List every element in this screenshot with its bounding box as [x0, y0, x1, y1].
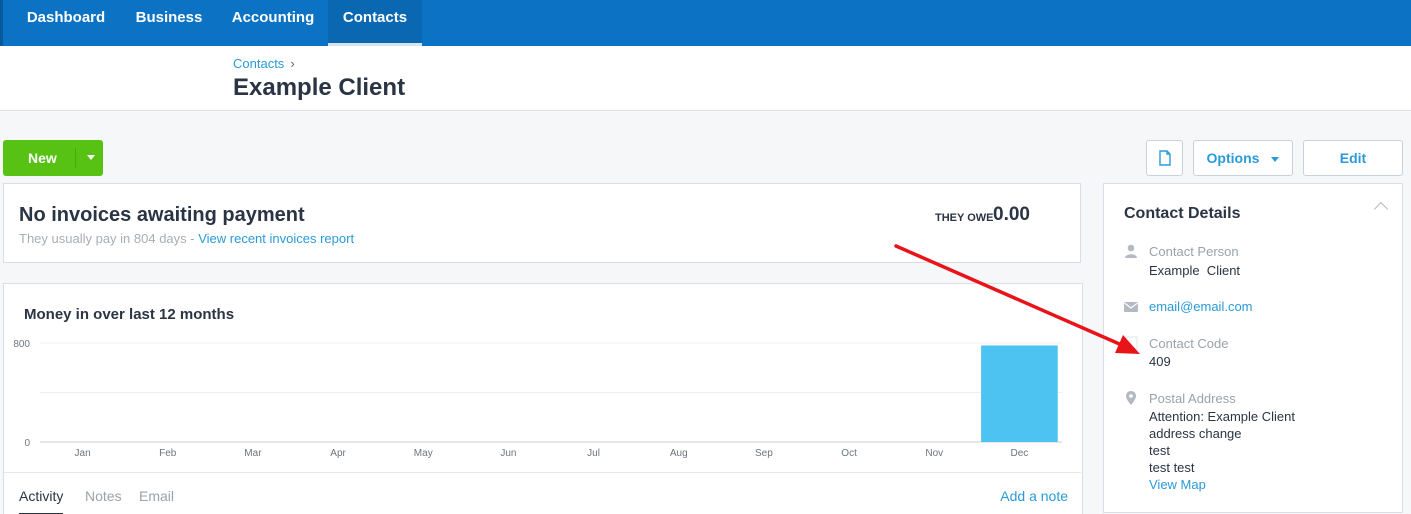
new-button-divider [75, 148, 76, 168]
breadcrumb: Contacts › [233, 56, 295, 71]
chart-y-tick-label: 0 [24, 438, 30, 449]
tab-email[interactable]: Email [139, 488, 174, 504]
new-button-label: New [28, 150, 57, 166]
chart-x-tick-label: Mar [244, 448, 262, 459]
options-button-label: Options [1206, 150, 1260, 166]
postal-address-line: Attention: Example Client [1149, 409, 1295, 424]
they-owe-label: THEY OWE [935, 212, 994, 224]
person-icon [1125, 244, 1137, 258]
nav-item-accounting[interactable]: Accounting [218, 0, 328, 46]
edit-button-label: Edit [1339, 150, 1367, 166]
they-owe-amount: 0.00 [993, 204, 1030, 225]
options-caret-icon [1271, 156, 1280, 162]
nav-item-business[interactable]: Business [120, 0, 218, 46]
chart-x-tick-label: Jun [500, 448, 516, 459]
nav-left-edge [0, 0, 3, 46]
chart-x-tick-label: Jul [587, 448, 600, 459]
pay-days-text: They usually pay in 804 days [19, 231, 187, 246]
contact-code-value: 409 [1149, 354, 1171, 369]
chart-x-tick-label: Sep [755, 448, 773, 459]
page-title: Example Client [233, 74, 406, 101]
contact-person-value: Example Client [1149, 263, 1241, 278]
document-icon [1158, 150, 1171, 166]
chart-x-tick-label: Feb [159, 448, 177, 459]
invoices-title: No invoices awaiting payment [19, 204, 305, 226]
chart-x-tick-label: Dec [1011, 448, 1029, 459]
contact-code-icon [1124, 336, 1138, 350]
collapse-chevron-up-icon[interactable] [1373, 201, 1389, 217]
view-map-link[interactable]: View Map [1149, 477, 1206, 492]
money-in-chart: 800 0 Jan Feb Mar Apr May Jun Jul Aug Sep Oct Nov Dec [13, 339, 1062, 459]
invoices-subtitle: They usually pay in 804 days - View rece… [19, 231, 354, 246]
document-button[interactable] [1146, 140, 1183, 176]
email-icon [1124, 302, 1138, 312]
contact-email-link[interactable]: email@email.com [1149, 299, 1253, 314]
nav-item-dashboard[interactable]: Dashboard [12, 0, 120, 46]
invoices-summary-card: No invoices awaiting payment They usuall… [3, 183, 1081, 263]
view-invoices-report-link[interactable]: View recent invoices report [198, 231, 354, 246]
breadcrumb-contacts-link[interactable]: Contacts [233, 56, 284, 71]
chart-x-tick-label: Jan [75, 448, 91, 459]
activity-tabs: Activity Notes Email Add a note [4, 472, 1081, 514]
chart-y-tick-label: 800 [13, 339, 30, 350]
add-note-link[interactable]: Add a note [1000, 488, 1068, 504]
chart-x-tick-label: Aug [670, 448, 688, 459]
chart-x-tick-label: Apr [330, 448, 346, 459]
subtitle-separator: - [186, 231, 199, 246]
chart-x-tick-label: Nov [925, 448, 943, 459]
postal-address-line: address change [1149, 426, 1242, 441]
tab-notes[interactable]: Notes [85, 488, 122, 504]
postal-address-line: test test [1149, 460, 1195, 475]
postal-address-line: test [1149, 443, 1170, 458]
new-button[interactable]: New [3, 140, 103, 176]
money-in-chart-card: Money in over last 12 months 800 0 Jan Feb M… [3, 283, 1083, 514]
chart-bar [981, 345, 1058, 442]
chart-x-tick-label: May [414, 448, 433, 459]
contact-details-title: Contact Details [1124, 205, 1241, 222]
page-header: Contacts › Example Client [0, 46, 1411, 111]
new-dropdown-caret-icon[interactable] [87, 155, 95, 160]
postal-address-label: Postal Address [1149, 391, 1236, 406]
contact-details-card: Contact Details Contact Person Example C… [1103, 183, 1403, 513]
location-pin-icon [1126, 391, 1136, 405]
contact-person-label: Contact Person [1149, 244, 1239, 259]
tab-activity[interactable]: Activity [19, 488, 64, 514]
options-button[interactable]: Options [1193, 140, 1293, 176]
breadcrumb-separator: › [290, 56, 295, 71]
top-navigation: Dashboard Business Accounting Contacts [0, 0, 1411, 46]
nav-item-contacts[interactable]: Contacts [328, 0, 422, 46]
contact-code-label: Contact Code [1149, 336, 1229, 351]
edit-button[interactable]: Edit [1303, 140, 1403, 176]
chart-x-tick-label: Oct [841, 448, 857, 459]
